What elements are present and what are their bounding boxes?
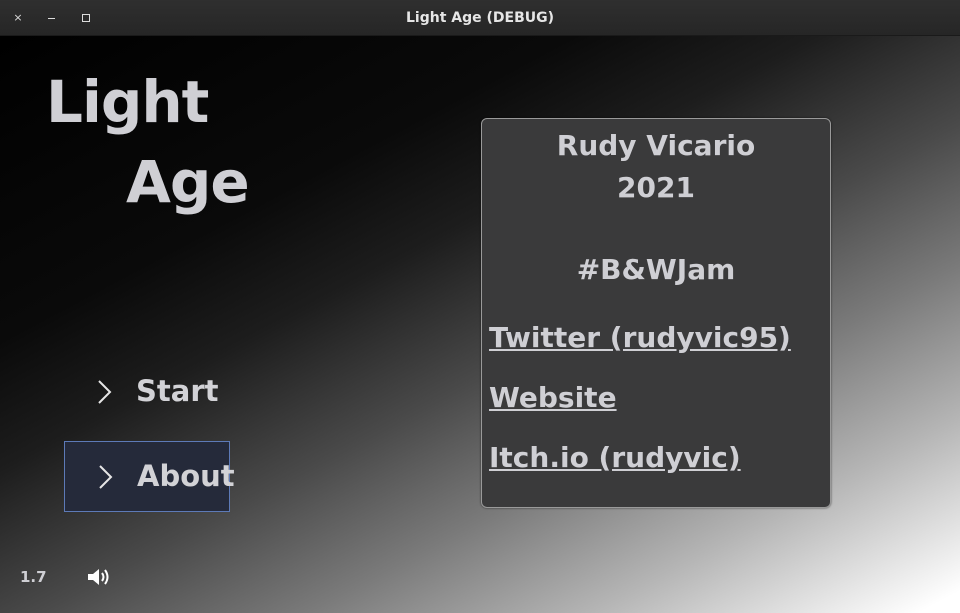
- version-label: 1.7: [20, 568, 47, 586]
- twitter-link[interactable]: Twitter (rudyvic95): [489, 321, 791, 354]
- author-name: Rudy Vicario: [556, 129, 756, 162]
- jam-hashtag: #B&WJam: [576, 253, 736, 286]
- itch-link[interactable]: Itch.io (rudyvic): [489, 441, 741, 474]
- start-button[interactable]: Start: [64, 357, 230, 428]
- release-year: 2021: [617, 171, 695, 204]
- website-link[interactable]: Website: [489, 381, 617, 414]
- window-titlebar: × Light Age (DEBUG): [0, 0, 960, 36]
- window-title: Light Age (DEBUG): [405, 10, 554, 26]
- about-panel: Rudy Vicario 2021 #B&WJam Twitter (rudyv…: [481, 118, 831, 508]
- chevron-right-icon: [99, 465, 113, 489]
- about-button[interactable]: About: [64, 441, 235, 512]
- game-canvas: Light Age Start About Rudy Vicario 2021 …: [0, 36, 960, 613]
- about-button-label: About: [137, 459, 235, 493]
- game-logo-line1: Light: [46, 68, 209, 136]
- speaker-icon[interactable]: [86, 566, 112, 588]
- chevron-right-icon: [98, 380, 112, 404]
- game-logo-line2: Age: [126, 148, 250, 216]
- start-button-label: Start: [136, 374, 219, 408]
